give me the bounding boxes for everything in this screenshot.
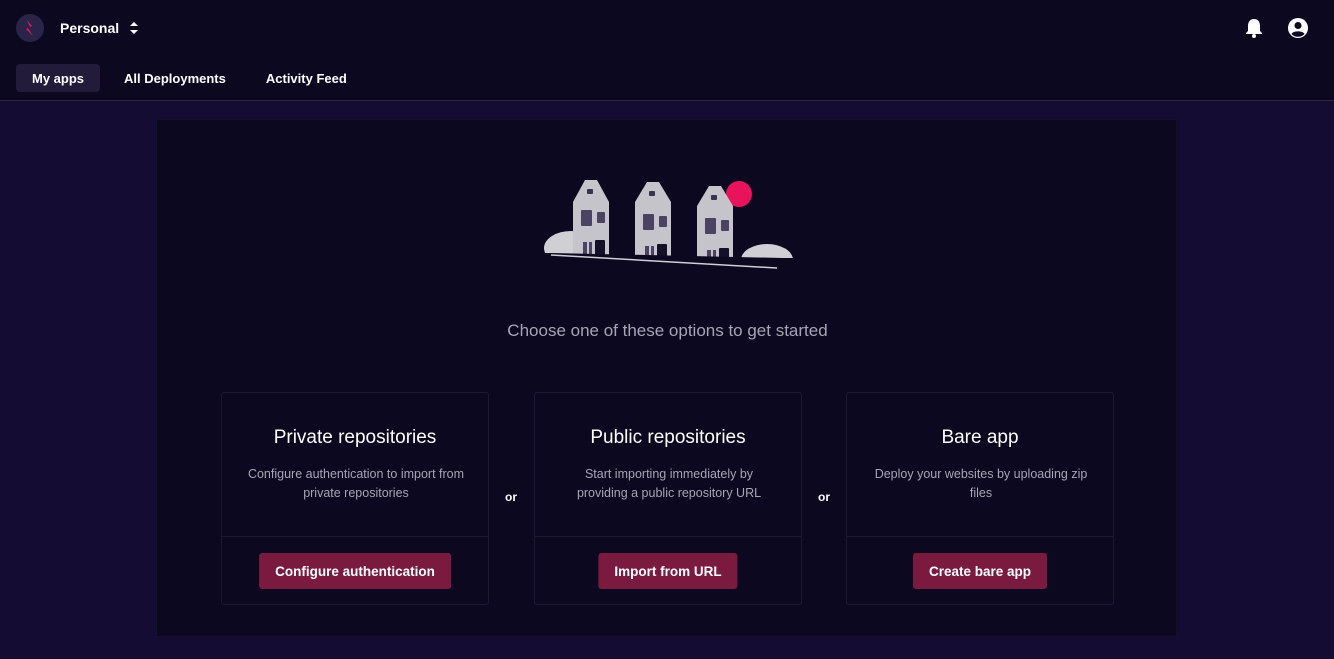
card-title: Bare app xyxy=(941,427,1019,448)
card-description: Configure authentication to import from … xyxy=(247,467,465,500)
tab-all-deployments[interactable]: All Deployments xyxy=(108,64,242,92)
card-description: Start importing immediately by providing… xyxy=(576,467,762,500)
import-from-url-button[interactable]: Import from URL xyxy=(598,553,738,589)
card-public-repositories: Public repositories Start importing imme… xyxy=(534,392,802,605)
card-divider xyxy=(847,536,1113,537)
card-divider xyxy=(535,536,801,537)
create-bare-app-button[interactable]: Create bare app xyxy=(912,553,1048,589)
houses-illustration xyxy=(543,180,795,273)
getting-started-panel: Choose one of these options to get start… xyxy=(156,119,1177,637)
configure-authentication-button[interactable]: Configure authentication xyxy=(259,553,451,589)
tab-my-apps[interactable]: My apps xyxy=(16,64,101,92)
workspace-switcher[interactable]: Personal xyxy=(60,19,139,37)
workspace-name: Personal xyxy=(60,20,120,36)
bell-icon[interactable] xyxy=(1242,16,1266,40)
card-title: Private repositories xyxy=(273,427,437,448)
or-separator: or xyxy=(818,490,830,504)
tab-activity-feed[interactable]: Activity Feed xyxy=(250,64,363,92)
card-divider xyxy=(222,536,488,537)
card-bare-app: Bare app Deploy your websites by uploadi… xyxy=(846,392,1114,605)
lightning-logo-icon[interactable] xyxy=(16,14,44,42)
chevron-updown-icon xyxy=(130,22,139,34)
top-bar: Personal My apps All Deployments Activit… xyxy=(0,0,1334,101)
page-headline: Choose one of these options to get start… xyxy=(507,321,828,340)
or-separator: or xyxy=(505,490,517,504)
nav-tabs: My apps All Deployments Activity Feed xyxy=(16,64,363,92)
card-title: Public repositories xyxy=(590,427,746,448)
account-icon[interactable] xyxy=(1286,16,1310,40)
card-description: Deploy your websites by uploading zip fi… xyxy=(874,467,1088,500)
card-private-repositories: Private repositories Configure authentic… xyxy=(221,392,489,605)
